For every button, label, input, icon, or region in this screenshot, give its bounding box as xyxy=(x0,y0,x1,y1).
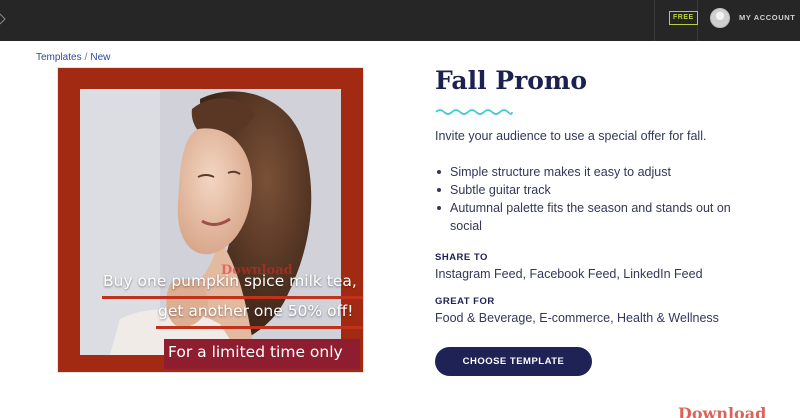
my-account-menu[interactable]: MY ACCOUNT xyxy=(739,13,795,22)
great-for-value: Food & Beverage, E-commerce, Health & We… xyxy=(435,311,719,325)
template-description: Invite your audience to use a special of… xyxy=(435,129,707,143)
breadcrumb-templates-link[interactable]: Templates xyxy=(36,52,82,63)
breadcrumb-separator: / xyxy=(84,52,88,63)
feature-item: Autumnal palette fits the season and sta… xyxy=(435,199,755,235)
feature-item: Subtle guitar track xyxy=(435,181,755,199)
feature-list: Simple structure makes it easy to adjust… xyxy=(435,163,755,235)
promo-underline xyxy=(102,296,363,299)
wavy-line-icon xyxy=(435,109,513,115)
share-to-value: Instagram Feed, Facebook Feed, LinkedIn … xyxy=(435,267,703,281)
promo-line-2: get another one 50% off! xyxy=(158,302,354,320)
corner-watermark: Download xyxy=(678,404,767,418)
limited-time-text: For a limited time only xyxy=(168,343,343,361)
divider xyxy=(654,0,655,41)
top-navigation-bar: FREE MY ACCOUNT xyxy=(0,0,800,41)
template-preview[interactable]: Download Buy one pumpkin spice milk tea,… xyxy=(57,67,364,373)
breadcrumb: Templates / New xyxy=(36,52,110,63)
promo-underline xyxy=(156,326,363,329)
great-for-label: GREAT FOR xyxy=(435,296,495,307)
free-badge: FREE xyxy=(669,11,698,25)
breadcrumb-new-link[interactable]: New xyxy=(90,52,110,63)
feature-item: Simple structure makes it easy to adjust xyxy=(435,163,755,181)
limited-time-banner: For a limited time only xyxy=(164,339,360,369)
edge-icon xyxy=(0,13,6,25)
share-to-label: SHARE TO xyxy=(435,252,488,263)
avatar-icon[interactable] xyxy=(710,8,730,28)
choose-template-button[interactable]: CHOOSE TEMPLATE xyxy=(435,347,592,376)
template-title: Fall Promo xyxy=(435,66,588,95)
promo-line-1: Buy one pumpkin spice milk tea, xyxy=(103,272,357,290)
